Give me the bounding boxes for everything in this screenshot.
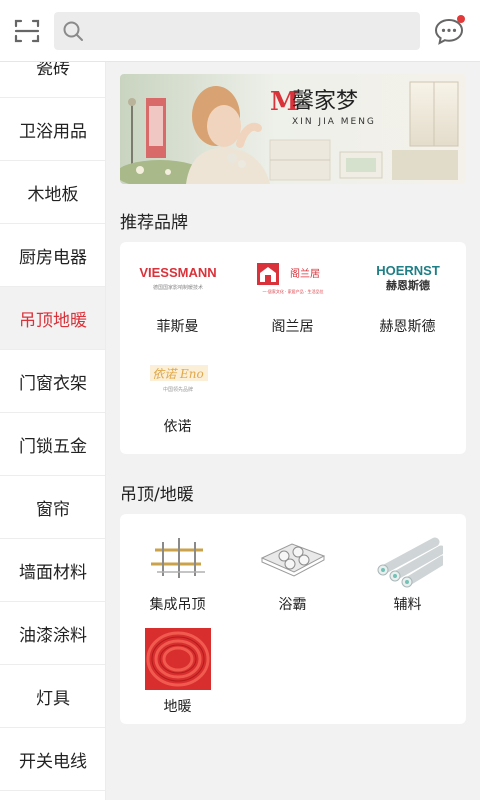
- sidebar-item-locks-hardware[interactable]: 门锁五金: [0, 413, 105, 476]
- svg-text:HOERNST: HOERNST: [376, 263, 440, 278]
- ceiling-frame-icon: [143, 528, 213, 588]
- promo-banner[interactable]: M 馨家梦 XIN JIA MENG: [120, 74, 466, 184]
- brand-logo-eno: 依诺 Eno 中国领先品牌: [136, 356, 220, 402]
- sidebar-item-tile[interactable]: 瓷砖: [0, 62, 105, 98]
- brand-label: 菲斯曼: [156, 319, 199, 335]
- main-content: M 馨家梦 XIN JIA MENG 推荐品牌 VIESSMANN 德国国家影响…: [106, 62, 480, 800]
- subcategory-title: 吊顶/地暖: [120, 485, 194, 505]
- sidebar-item-switches-wires[interactable]: 开关电线: [0, 728, 105, 791]
- sidebar-item-doors-windows[interactable]: 门窗衣架: [0, 350, 105, 413]
- brand-logo-hoernst: HOERNST 赫恩斯德: [366, 256, 450, 302]
- brand-label: 赫恩斯德: [379, 319, 436, 335]
- sidebar-item-ceiling-floor-heating[interactable]: 吊顶地暖: [0, 287, 105, 350]
- sidebar-item-kitchen-appliances[interactable]: 厨房电器: [0, 224, 105, 287]
- brand-item-eno[interactable]: 依诺 Eno 中国领先品牌 依诺: [120, 342, 235, 438]
- product-label: 浴霸: [278, 597, 307, 613]
- search-input[interactable]: [92, 12, 412, 50]
- product-label: 集成吊顶: [149, 597, 206, 613]
- svg-text:德国国家影响制暖技术: 德国国家影响制暖技术: [152, 284, 202, 291]
- unread-dot: [457, 15, 465, 23]
- brand-logo-gelanju: 阁兰居 一·居家文化 · 家居产品 · 生活品位: [251, 256, 335, 302]
- category-sidebar: 瓷砖 卫浴用品 木地板 厨房电器 吊顶地暖 门窗衣架 门锁五金 窗帘 墙面材料 …: [0, 62, 106, 800]
- brand-label: 阁兰居: [271, 319, 314, 335]
- product-item-accessories[interactable]: 辅料: [350, 514, 465, 613]
- search-icon: [63, 21, 83, 41]
- bath-heater-icon: [258, 528, 328, 588]
- brand-item-hoernst[interactable]: HOERNST 赫恩斯德 赫恩斯德: [350, 242, 465, 338]
- top-bar: [0, 0, 480, 62]
- scan-icon[interactable]: [10, 14, 44, 48]
- brand-logo-viessmann: VIESSMANN 德国国家影响制暖技术: [136, 256, 220, 302]
- banner-brand-name-en: XIN JIA MENG: [292, 117, 376, 127]
- floor-heating-pipe-icon: [144, 628, 211, 690]
- sidebar-item-bathroom[interactable]: 卫浴用品: [0, 98, 105, 161]
- sidebar-item-curtains[interactable]: 窗帘: [0, 476, 105, 539]
- banner-brand-name: 馨家梦: [292, 89, 358, 114]
- svg-text:阁兰居: 阁兰居: [290, 267, 320, 280]
- category-list: 瓷砖 卫浴用品 木地板 厨房电器 吊顶地暖 门窗衣架 门锁五金 窗帘 墙面材料 …: [0, 62, 105, 791]
- sidebar-item-lighting[interactable]: 灯具: [0, 665, 105, 728]
- product-item-floor-heating[interactable]: 地暖: [120, 614, 235, 715]
- svg-text:一·居家文化 · 家居产品 · 生活品位: 一·居家文化 · 家居产品 · 生活品位: [262, 288, 323, 294]
- brand-label: 依诺: [163, 419, 192, 435]
- brand-item-viessmann[interactable]: VIESSMANN 德国国家影响制暖技术 菲斯曼: [120, 242, 235, 338]
- search-bar[interactable]: [54, 12, 420, 50]
- product-item-bath-heater[interactable]: 浴霸: [235, 514, 350, 613]
- svg-text:中国领先品牌: 中国领先品牌: [162, 386, 192, 393]
- product-label: 辅料: [393, 597, 422, 613]
- recommended-brands-card: VIESSMANN 德国国家影响制暖技术 菲斯曼 阁兰居 一·居家文化 · 家居…: [120, 242, 466, 454]
- sidebar-item-paint[interactable]: 油漆涂料: [0, 602, 105, 665]
- sidebar-item-wall-materials[interactable]: 墙面材料: [0, 539, 105, 602]
- brand-item-gelanju[interactable]: 阁兰居 一·居家文化 · 家居产品 · 生活品位 阁兰居: [235, 242, 350, 338]
- svg-text:赫恩斯德: 赫恩斯德: [386, 278, 430, 292]
- svg-text:VIESSMANN: VIESSMANN: [139, 265, 216, 280]
- product-label: 地暖: [163, 699, 192, 715]
- recommended-brands-title: 推荐品牌: [120, 213, 188, 233]
- sidebar-item-wood-floor[interactable]: 木地板: [0, 161, 105, 224]
- product-item-integrated-ceiling[interactable]: 集成吊顶: [120, 514, 235, 613]
- pipes-icon: [373, 528, 443, 588]
- subcategory-card: 集成吊顶 浴霸 辅料 地暖: [120, 514, 466, 724]
- message-icon[interactable]: [432, 14, 466, 48]
- svg-text:依诺 Eno: 依诺 Eno: [152, 367, 204, 381]
